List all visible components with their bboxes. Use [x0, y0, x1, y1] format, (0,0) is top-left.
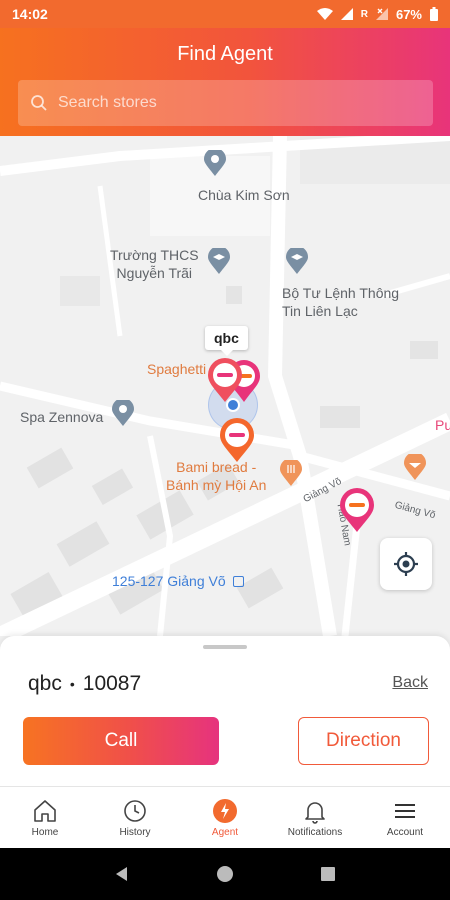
- bottom-navigation: Home History Agent Notifications Account: [0, 786, 450, 848]
- poi-label-spaghetti: Spaghetti: [147, 361, 207, 377]
- poi-label-bo-tu-lenh: Bộ Tư Lệnh Thông Tin Liên Lạc: [282, 284, 399, 320]
- bell-icon: [305, 801, 325, 824]
- map-view[interactable]: Chùa Kim Sơn Trường THCS Nguyễn Trãi Bộ …: [0, 136, 450, 636]
- poi-label-giang-vo-125: 125-127 Giảng Võ: [112, 572, 244, 590]
- roaming-indicator: R: [360, 8, 368, 20]
- spa-poi-icon[interactable]: [112, 400, 134, 426]
- nav-label: Agent: [211, 826, 239, 838]
- military-poi-icon[interactable]: [286, 248, 308, 274]
- poi-line: Tin Liên Lạc: [282, 303, 358, 319]
- back-link[interactable]: Back: [392, 674, 428, 692]
- nav-home[interactable]: Home: [0, 787, 90, 848]
- sheet-drag-handle[interactable]: [203, 645, 247, 649]
- nav-label: History: [119, 826, 151, 838]
- home-icon: [34, 799, 56, 822]
- food-poi-icon[interactable]: [404, 454, 426, 480]
- wifi-icon: [316, 8, 333, 20]
- agent-name: qbc: [28, 672, 62, 695]
- nav-account[interactable]: Account: [360, 787, 450, 848]
- back-triangle-icon[interactable]: [113, 865, 131, 883]
- agent-icon: [213, 798, 237, 823]
- recents-square-icon[interactable]: [319, 865, 337, 883]
- poi-label-spa-zennova: Spa Zennova: [20, 409, 104, 425]
- search-box[interactable]: [18, 80, 433, 126]
- signal-icon: [340, 8, 353, 20]
- battery-percent: 67%: [395, 6, 422, 22]
- poi-line: Nguyễn Trãi: [116, 265, 193, 281]
- nav-agent[interactable]: Agent: [180, 787, 270, 848]
- no-signal-icon: [375, 8, 388, 20]
- poi-line: Bộ Tư Lệnh Thông: [282, 285, 400, 301]
- poi-line: 125-127 Giảng Võ: [112, 573, 226, 589]
- menu-icon: [395, 803, 415, 818]
- nav-history[interactable]: History: [90, 787, 180, 848]
- direction-button[interactable]: Direction: [298, 717, 429, 765]
- agent-separator: •: [69, 676, 75, 692]
- crosshair-icon: [394, 552, 418, 576]
- poi-line: Trường THCS: [110, 247, 199, 263]
- agent-pin-selected[interactable]: [208, 358, 242, 402]
- my-location-button[interactable]: [380, 538, 432, 590]
- poi-line: Bánh mỳ Hội An: [166, 477, 267, 493]
- poi-label-chua-kim-son: Chùa Kim Sơn: [198, 187, 290, 203]
- app-header: Find Agent: [0, 28, 450, 136]
- agent-detail-sheet: qbc • 10087 Back Call Direction: [0, 636, 450, 786]
- clock-icon: [124, 799, 146, 822]
- nav-label: Notifications: [287, 826, 343, 838]
- school-poi-icon[interactable]: [208, 248, 230, 274]
- call-button[interactable]: Call: [23, 717, 219, 765]
- agent-id: 10087: [82, 672, 142, 695]
- status-time: 14:02: [12, 6, 48, 22]
- agent-pin[interactable]: [220, 418, 254, 462]
- nav-label: Account: [386, 826, 424, 838]
- android-navigation-bar: [0, 848, 450, 900]
- agent-pin[interactable]: [340, 488, 374, 532]
- search-icon: [31, 95, 47, 111]
- pagoda-poi-icon[interactable]: [204, 150, 226, 176]
- poi-label-truong-thcs: Trường THCS Nguyễn Trãi: [110, 246, 199, 282]
- nav-notifications[interactable]: Notifications: [270, 787, 360, 848]
- nav-label: Home: [31, 826, 59, 838]
- home-circle-icon[interactable]: [216, 865, 234, 883]
- agent-info: qbc • 10087: [28, 672, 141, 696]
- poi-label-pu: Pu: [435, 417, 450, 433]
- search-input[interactable]: [58, 94, 418, 112]
- battery-icon: [430, 7, 438, 21]
- bus-icon: [232, 576, 244, 587]
- restaurant-poi-icon[interactable]: [280, 460, 302, 486]
- status-bar: 14:02 R 67%: [0, 0, 450, 28]
- poi-label-bami-bread: Bami bread - Bánh mỳ Hội An: [166, 458, 266, 494]
- page-title: Find Agent: [177, 43, 273, 65]
- agent-name-bubble: qbc: [205, 326, 248, 356]
